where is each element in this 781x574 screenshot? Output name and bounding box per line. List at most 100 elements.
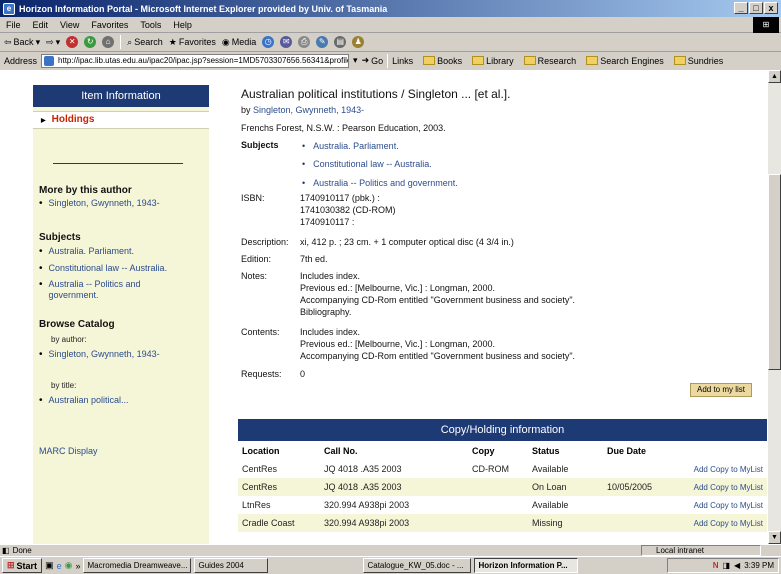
link-search-engines[interactable]: Search Engines [586,56,664,66]
folder-icon [472,56,485,65]
history-icon[interactable]: ◷ [262,36,275,48]
due-date-cell [603,514,683,532]
address-input[interactable]: http://ipac.lib.utas.edu.au/ipac20/ipac.… [41,53,350,68]
back-button[interactable]: ⇦ Back ▾ [4,37,40,48]
menu-file[interactable]: File [6,20,21,30]
record-subject-link[interactable]: • Australia. Parliament. [302,141,399,151]
link-books[interactable]: Books [423,56,462,66]
clock[interactable]: 3:39 PM [744,561,774,570]
marc-display-link[interactable]: MARC Display [39,446,98,457]
link-sundries[interactable]: Sundries [673,56,723,66]
status-cell: Missing [528,514,603,532]
scroll-down-icon[interactable]: ▼ [768,531,781,544]
discuss-icon[interactable]: ▤ [334,36,347,48]
stop-icon[interactable]: ✕ [66,36,79,48]
quick-launch-more-icon[interactable]: » [75,561,80,571]
media-button[interactable]: ◉ Media [222,37,256,48]
add-copy-link[interactable]: Add Copy to MyList [683,460,767,478]
tray-norton-icon[interactable]: N [713,561,719,570]
start-button[interactable]: ⊞ Start [2,558,43,573]
quick-launch-ie-icon[interactable]: e [57,561,62,571]
folder-icon [673,56,686,65]
refresh-icon[interactable]: ↻ [84,36,97,48]
description-value: xi, 412 p. ; 23 cm. + 1 computer optical… [300,237,514,247]
browse-author-link[interactable]: • Singleton, Gwynneth, 1943- [39,349,160,360]
tray-volume-icon[interactable]: ◀ [734,561,740,570]
title-bar[interactable]: e Horizon Information Portal - Microsoft… [0,0,781,17]
ie-icon: e [3,2,15,15]
add-copy-link[interactable]: Add Copy to MyList [683,514,767,532]
add-copy-link[interactable]: Add Copy to MyList [683,496,767,514]
browse-title-link[interactable]: • Australian political... [39,395,129,406]
windows-flag-icon: ⊞ [7,560,15,570]
add-copy-link[interactable]: Add Copy to MyList [683,478,767,496]
isbn-value: 1740910117 (pbk.) : [300,193,380,203]
due-date-cell: 10/05/2005 [603,478,683,496]
menu-favorites[interactable]: Favorites [91,20,128,30]
task-guides[interactable]: Guides 2004 [194,558,269,573]
tray-network-icon[interactable]: ◨ [722,561,730,570]
task-catalogue-doc[interactable]: Catalogue_KW_05.doc - ... [363,558,472,573]
sidebar-subject-link[interactable]: • Australia. Parliament. [39,246,134,257]
vertical-scrollbar[interactable]: ▲ ▼ [768,70,781,544]
menu-view[interactable]: View [60,20,79,30]
location-cell: CentRes [238,478,320,496]
copy-cell [468,496,528,514]
call-no-cell: 320.994 A938pi 2003 [320,514,468,532]
system-tray: N ◨ ◀ 3:39 PM [667,558,779,573]
quick-launch-desktop-icon[interactable]: ▣ [45,560,54,571]
mail-icon[interactable]: ✉ [280,36,293,48]
menu-tools[interactable]: Tools [140,20,161,30]
record-title: Australian political institutions / Sing… [241,87,511,101]
print-icon[interactable]: ⎙ [298,36,311,48]
triangle-right-icon: ▶ [41,118,46,124]
sidebar-subject-link[interactable]: • Australia -- Politics and government. [39,279,189,301]
notes-value: Includes index. [300,271,361,281]
scroll-up-icon[interactable]: ▲ [768,70,781,83]
folder-icon [586,56,599,65]
favorites-button[interactable]: ★ Favorites [169,37,216,48]
menu-edit[interactable]: Edit [33,20,49,30]
go-button[interactable]: ➜ Go [362,55,384,66]
menu-help[interactable]: Help [173,20,192,30]
close-button[interactable]: x [764,2,778,14]
column-header: Copy [468,442,528,460]
task-horizon[interactable]: Horizon Information P... [474,558,579,573]
location-cell: LtnRes [238,496,320,514]
record-subject-link[interactable]: • Constitutional law -- Australia. [302,159,432,169]
table-row: CentRes JQ 4018 .A35 2003 CD-ROM Availab… [238,460,767,478]
edit-icon[interactable]: ✎ [316,36,329,48]
sidebar-subject-link[interactable]: • Constitutional law -- Australia. [39,263,167,274]
due-date-cell [603,496,683,514]
sidebar-item-holdings[interactable]: ▶ Holdings [33,111,209,129]
isbn-value: 1741030382 (CD-ROM) [300,205,396,215]
quick-launch-outlook-icon[interactable]: ◉ [65,560,73,571]
security-zone: Local intranet [641,545,761,556]
record-subject-link[interactable]: • Australia -- Politics and government. [302,178,458,188]
media-icon: ◉ [221,36,230,47]
more-by-author-heading: More by this author [39,185,132,196]
minimize-button[interactable]: _ [734,2,748,14]
call-no-cell: JQ 4018 .A35 2003 [320,478,468,496]
contents-value: Accompanying CD-Rom entitled "Government… [300,351,576,361]
sidebar-author-link[interactable]: • Singleton, Gwynneth, 1943- [39,198,160,209]
go-arrow-icon: ➜ [361,55,370,65]
add-to-my-list-button[interactable]: Add to my list [690,383,752,397]
link-research[interactable]: Research [523,56,576,66]
location-cell: Cradle Coast [238,514,320,532]
forward-button[interactable]: ⇨ ▾ [46,37,60,48]
home-icon[interactable]: ⌂ [102,36,115,48]
location-cell: CentRes [238,460,320,478]
task-dreamweaver[interactable]: Macromedia Dreamweave... [83,558,192,573]
record-author-link[interactable]: Singleton, Gwynneth, 1943- [253,105,364,115]
messenger-icon[interactable]: ♟ [352,36,365,48]
maximize-button[interactable]: □ [749,2,763,14]
scroll-thumb[interactable] [768,174,781,370]
search-button[interactable]: ⌕ Search [127,37,163,48]
link-library[interactable]: Library [472,56,514,66]
due-date-cell [603,460,683,478]
isbn-value: 1740910117 : [300,217,355,227]
chevron-down-icon: ▾ [35,36,41,47]
address-dropdown-icon[interactable]: ▾ [353,55,358,66]
star-icon: ★ [168,36,177,47]
